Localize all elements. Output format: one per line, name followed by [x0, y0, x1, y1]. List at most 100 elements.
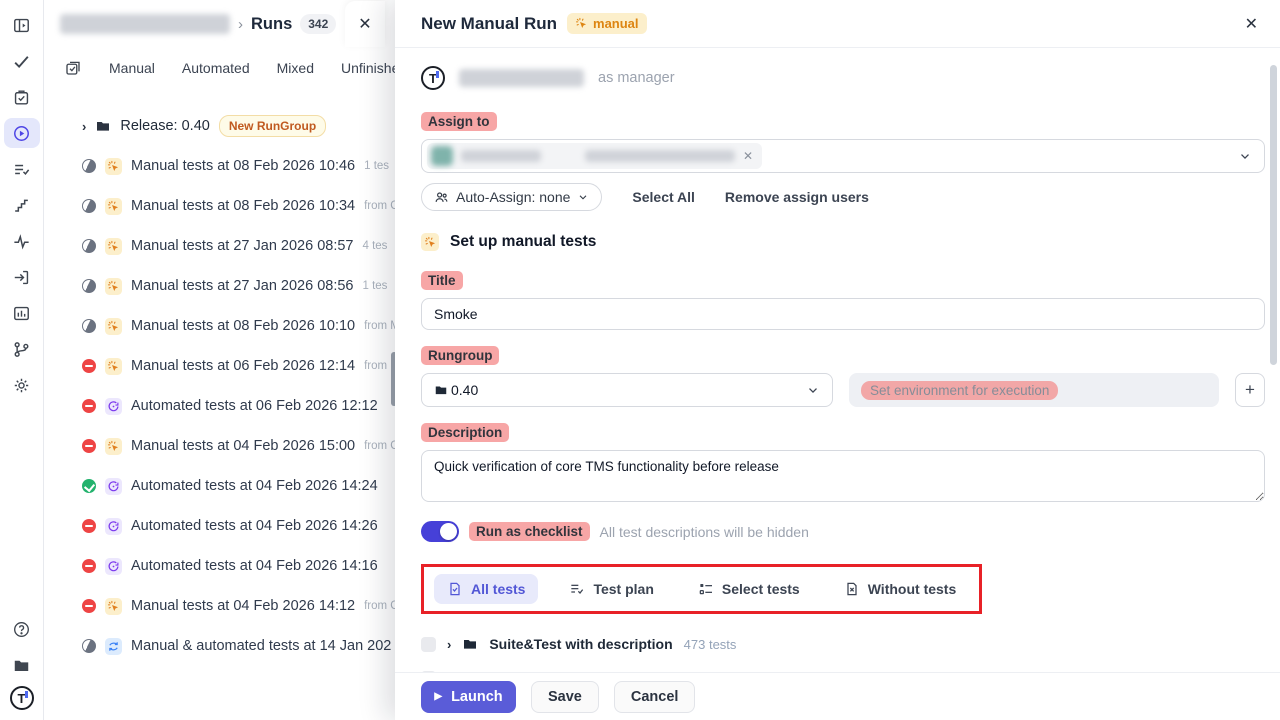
file-check-icon	[447, 581, 463, 597]
breadcrumb-runs[interactable]: Runs	[251, 15, 292, 34]
run-title: Manual tests at 06 Feb 2026 12:14	[131, 358, 355, 374]
tests-tabs-annotated: All tests Test plan Select tests Without…	[421, 564, 982, 614]
import-icon[interactable]	[4, 262, 40, 292]
chevron-down-icon	[577, 191, 589, 203]
title-input[interactable]	[421, 298, 1265, 330]
chip-remove-icon[interactable]: ✕	[743, 149, 753, 163]
folder-icon	[95, 118, 111, 134]
manual-cursor-icon	[421, 233, 439, 251]
assignee-name-redacted	[461, 150, 541, 162]
status-blocked-icon	[82, 439, 96, 453]
owner-role: as manager	[598, 70, 675, 86]
status-blocked-icon	[82, 519, 96, 533]
run-title: Manual tests at 08 Feb 2026 10:10	[131, 318, 355, 334]
automated-icon	[105, 518, 122, 535]
help-icon[interactable]	[4, 614, 40, 644]
automated-icon	[105, 478, 122, 495]
add-environment-button[interactable]: +	[1235, 373, 1265, 407]
panel-toggle-icon[interactable]	[4, 10, 40, 40]
run-row[interactable]: Automated tests at 04 Feb 2026 14:26	[44, 506, 395, 546]
checklist-label: Run as checklist	[469, 522, 590, 541]
run-as-checklist-toggle[interactable]	[421, 521, 459, 542]
run-row[interactable]: Manual & automated tests at 14 Jan 202	[44, 626, 395, 666]
assign-to-select[interactable]: ✕	[421, 139, 1265, 173]
run-meta: 1 tes	[363, 280, 388, 292]
runs-list: › Release: 0.40 New RunGroup Manual test…	[44, 88, 395, 666]
run-row[interactable]: Automated tests at 04 Feb 2026 14:16	[44, 546, 395, 586]
cancel-button[interactable]: Cancel	[614, 681, 696, 713]
folder-icon	[462, 636, 478, 652]
run-row[interactable]: Manual tests at 08 Feb 2026 10:461 tes	[44, 146, 395, 186]
list-close-button[interactable]: ✕	[345, 1, 385, 47]
description-label: Description	[421, 423, 509, 442]
runs-list-panel: › Runs 342 ✕ Manual Automated Mixed Unfi…	[44, 0, 395, 720]
run-row[interactable]: Manual tests at 06 Feb 2026 12:14from R	[44, 346, 395, 386]
run-row[interactable]: Manual tests at 08 Feb 2026 10:10from M	[44, 306, 395, 346]
run-row[interactable]: Manual tests at 04 Feb 2026 15:00from C	[44, 426, 395, 466]
suite-row[interactable]: › Fund Transfers 360 tests	[421, 662, 1265, 672]
tab-select-tests[interactable]: Select tests	[685, 574, 813, 604]
suite-checkbox[interactable]	[421, 637, 436, 652]
run-row[interactable]: Manual tests at 27 Jan 2026 08:574 tes	[44, 226, 395, 266]
select-all-button[interactable]: Select All	[632, 189, 695, 205]
check-icon[interactable]	[4, 46, 40, 76]
settings-gear-icon[interactable]	[4, 370, 40, 400]
runs-icon[interactable]	[4, 118, 40, 148]
select-tests-icon	[698, 581, 714, 597]
run-row[interactable]: Automated tests at 04 Feb 2026 14:24	[44, 466, 395, 506]
reports-icon[interactable]	[4, 298, 40, 328]
branches-icon[interactable]	[4, 334, 40, 364]
run-row[interactable]: Manual tests at 04 Feb 2026 14:12from C	[44, 586, 395, 626]
environment-input[interactable]: Set environment for execution	[849, 373, 1219, 407]
manual-cursor-icon	[105, 438, 122, 455]
automated-icon	[105, 558, 122, 575]
sidebar-rail: T	[0, 0, 44, 720]
status-progress-icon	[82, 239, 96, 253]
save-button[interactable]: Save	[531, 681, 599, 713]
filter-unfinished[interactable]: Unfinished	[341, 60, 395, 76]
breadcrumb-chevron-icon: ›	[238, 16, 243, 33]
projects-folder-icon[interactable]	[4, 650, 40, 680]
expand-chevron-icon[interactable]: ›	[447, 637, 451, 652]
expand-chevron-icon[interactable]: ›	[447, 671, 451, 673]
suite-checkbox[interactable]	[421, 671, 436, 673]
modal-header: New Manual Run manual ✕	[395, 0, 1280, 48]
modal-scrollbar[interactable]	[1270, 65, 1277, 365]
auto-assign-button[interactable]: Auto-Assign: none	[421, 183, 602, 211]
expand-chevron-icon[interactable]: ›	[82, 119, 86, 134]
manual-cursor-icon	[575, 17, 588, 30]
status-blocked-icon	[82, 399, 96, 413]
app-logo[interactable]: T	[10, 686, 34, 710]
test-cases-icon[interactable]	[4, 82, 40, 112]
run-row[interactable]: Automated tests at 06 Feb 2026 12:12	[44, 386, 395, 426]
filter-mixed[interactable]: Mixed	[277, 60, 314, 76]
tab-all-tests[interactable]: All tests	[434, 574, 538, 604]
select-all-runs-icon[interactable]	[64, 59, 82, 77]
suite-row[interactable]: › Suite&Test with description 473 tests	[421, 628, 1265, 660]
milestones-icon[interactable]	[4, 190, 40, 220]
run-row[interactable]: Manual tests at 08 Feb 2026 10:34from C	[44, 186, 395, 226]
run-meta: from C	[364, 440, 395, 452]
rungroup-select[interactable]: 0.40	[421, 373, 833, 407]
assignee-chip: ✕	[427, 143, 762, 169]
run-row[interactable]: Manual tests at 27 Jan 2026 08:561 tes	[44, 266, 395, 306]
description-textarea[interactable]: Quick verification of core TMS functiona…	[421, 450, 1265, 502]
title-label: Title	[421, 271, 463, 290]
chevron-down-icon	[806, 383, 820, 397]
status-blocked-icon	[82, 599, 96, 613]
pulse-icon[interactable]	[4, 226, 40, 256]
rungroup-row[interactable]: › Release: 0.40 New RunGroup	[44, 106, 395, 146]
tab-without-tests[interactable]: Without tests	[831, 574, 970, 604]
checklist-hint: All test descriptions will be hidden	[600, 524, 809, 540]
project-name-redacted[interactable]	[60, 14, 230, 34]
modal-close-button[interactable]: ✕	[1241, 10, 1262, 38]
remove-assign-users-button[interactable]: Remove assign users	[725, 189, 869, 205]
manual-cursor-icon	[105, 238, 122, 255]
filter-manual[interactable]: Manual	[109, 60, 155, 76]
filter-automated[interactable]: Automated	[182, 60, 250, 76]
rungroup-title[interactable]: Release: 0.40	[120, 118, 209, 134]
launch-button[interactable]: ▶ Launch	[421, 681, 516, 713]
plans-icon[interactable]	[4, 154, 40, 184]
tab-test-plan[interactable]: Test plan	[556, 574, 666, 604]
owner-avatar: T	[421, 66, 445, 90]
